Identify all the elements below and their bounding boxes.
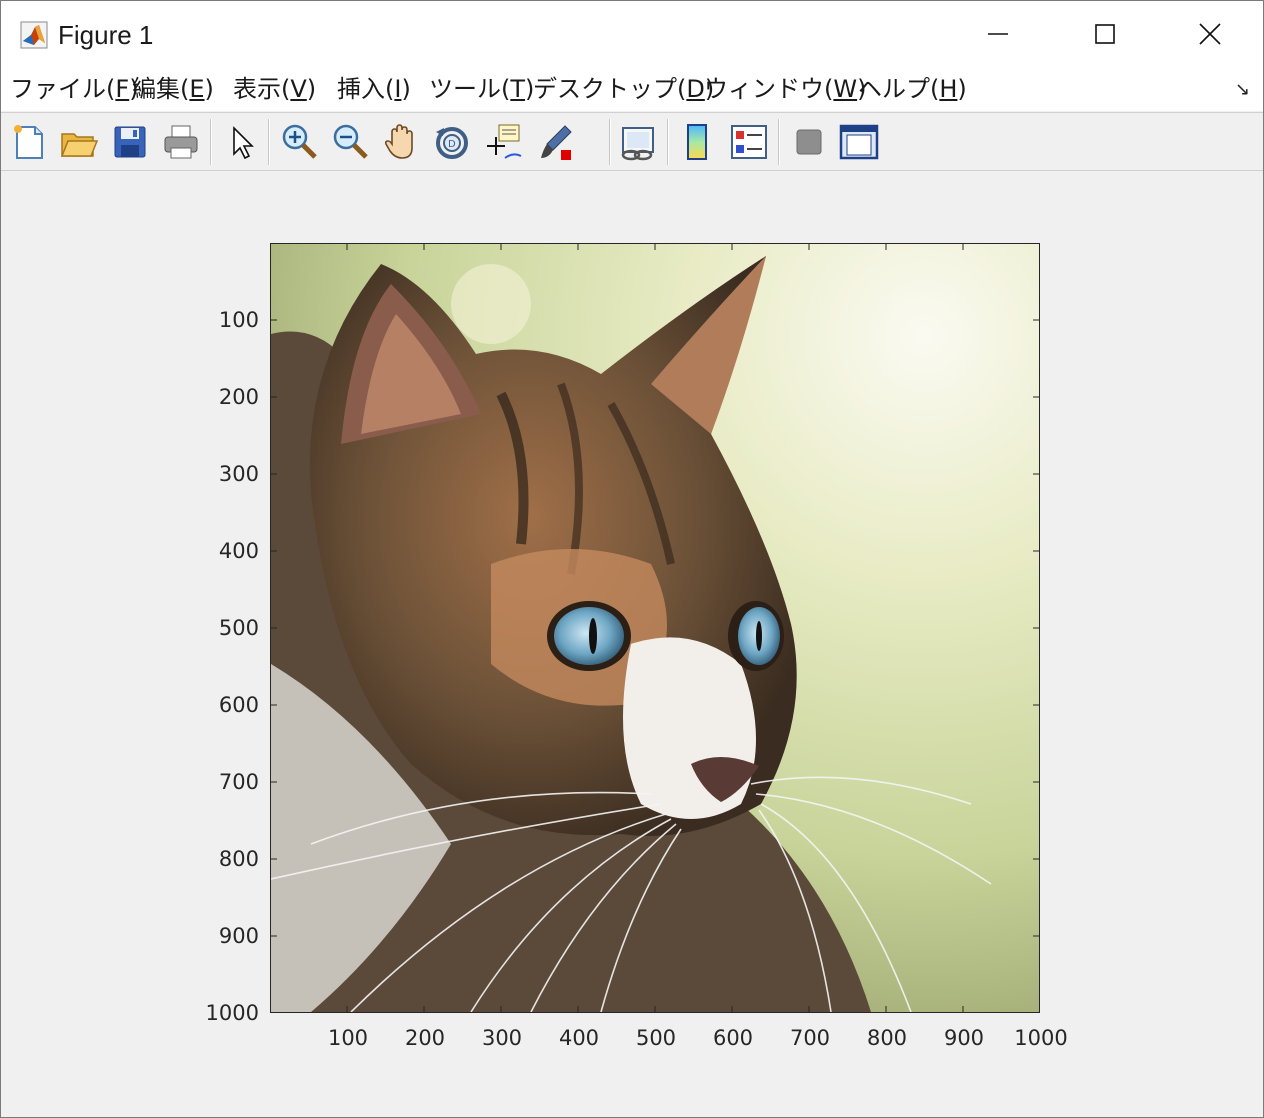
menu-edit[interactable]: 編集(E) bbox=[132, 74, 214, 104]
menu-tools[interactable]: ツール(T) bbox=[429, 74, 534, 104]
menu-window[interactable]: ウィンドウ(W) bbox=[704, 74, 866, 104]
close-icon bbox=[1199, 23, 1221, 45]
y-tick-label: 500 bbox=[218, 616, 259, 640]
menu-bar: ファイル(F) 編集(E) 表示(V) 挿入(I) ツール(T) デスクトップ(… bbox=[1, 67, 1263, 111]
figure-toolbar: D bbox=[1, 112, 1263, 255]
brush-icon[interactable] bbox=[537, 122, 577, 162]
zoom-out-icon[interactable] bbox=[330, 122, 370, 162]
select-arrow-icon[interactable] bbox=[222, 122, 262, 162]
menu-help[interactable]: ヘルプ(H) bbox=[858, 74, 967, 104]
y-tick-label: 100 bbox=[218, 308, 259, 332]
figure-window: Figure 1 ファイル(F) 編集(E) 表示(V) 挿入(I) ツール(T… bbox=[0, 0, 1264, 1118]
x-tick-label: 900 bbox=[943, 1026, 985, 1050]
title-bar[interactable]: Figure 1 bbox=[1, 1, 1263, 67]
data-cursor-icon[interactable] bbox=[483, 122, 523, 162]
x-tick-label: 200 bbox=[404, 1026, 446, 1050]
matlab-icon bbox=[20, 21, 48, 49]
zoom-in-icon[interactable] bbox=[279, 122, 319, 162]
y-tick-label: 1000 bbox=[205, 1001, 259, 1025]
x-tick-label: 100 bbox=[327, 1026, 369, 1050]
legend-icon[interactable] bbox=[729, 122, 769, 162]
pan-hand-icon[interactable] bbox=[381, 122, 421, 162]
y-tick-label: 600 bbox=[218, 693, 259, 717]
link-plot-icon[interactable] bbox=[619, 122, 659, 162]
menu-insert[interactable]: 挿入(I) bbox=[337, 74, 411, 104]
new-figure-icon[interactable] bbox=[9, 122, 49, 162]
open-file-icon[interactable] bbox=[59, 122, 99, 162]
x-tick-label: 500 bbox=[635, 1026, 677, 1050]
x-tick-label: 600 bbox=[712, 1026, 754, 1050]
y-tick-label: 200 bbox=[218, 385, 259, 409]
colorbar-icon[interactable] bbox=[678, 122, 718, 162]
maximize-icon bbox=[1095, 24, 1115, 44]
hide-plot-tools-icon[interactable] bbox=[789, 122, 829, 162]
x-tick-label: 1000 bbox=[1014, 1026, 1068, 1050]
rotate-3d-icon[interactable]: D bbox=[432, 122, 472, 162]
menu-desktop[interactable]: デスクトップ(D) bbox=[533, 74, 714, 104]
dock-arrow-icon[interactable]: ↘ bbox=[1235, 79, 1250, 100]
save-icon[interactable] bbox=[110, 122, 150, 162]
svg-text:D: D bbox=[448, 139, 456, 150]
y-tick-label: 900 bbox=[218, 924, 259, 948]
maximize-button[interactable] bbox=[1058, 1, 1150, 67]
minimize-button[interactable] bbox=[951, 1, 1043, 67]
axes-tick-marks bbox=[270, 243, 1040, 1013]
menu-file[interactable]: ファイル(F) bbox=[10, 74, 139, 104]
menu-view[interactable]: 表示(V) bbox=[233, 74, 316, 104]
show-plot-tools-icon[interactable] bbox=[839, 122, 879, 162]
x-tick-label: 700 bbox=[789, 1026, 831, 1050]
minimize-icon bbox=[988, 33, 1008, 35]
x-tick-label: 300 bbox=[481, 1026, 523, 1050]
y-tick-label: 700 bbox=[218, 770, 259, 794]
window-title: Figure 1 bbox=[58, 20, 154, 50]
x-tick-label: 400 bbox=[558, 1026, 600, 1050]
x-tick-label: 800 bbox=[866, 1026, 908, 1050]
print-icon[interactable] bbox=[161, 122, 201, 162]
y-tick-label: 800 bbox=[218, 847, 259, 871]
y-tick-label: 400 bbox=[218, 539, 259, 563]
close-button[interactable] bbox=[1163, 1, 1255, 67]
y-tick-label: 300 bbox=[218, 462, 259, 486]
